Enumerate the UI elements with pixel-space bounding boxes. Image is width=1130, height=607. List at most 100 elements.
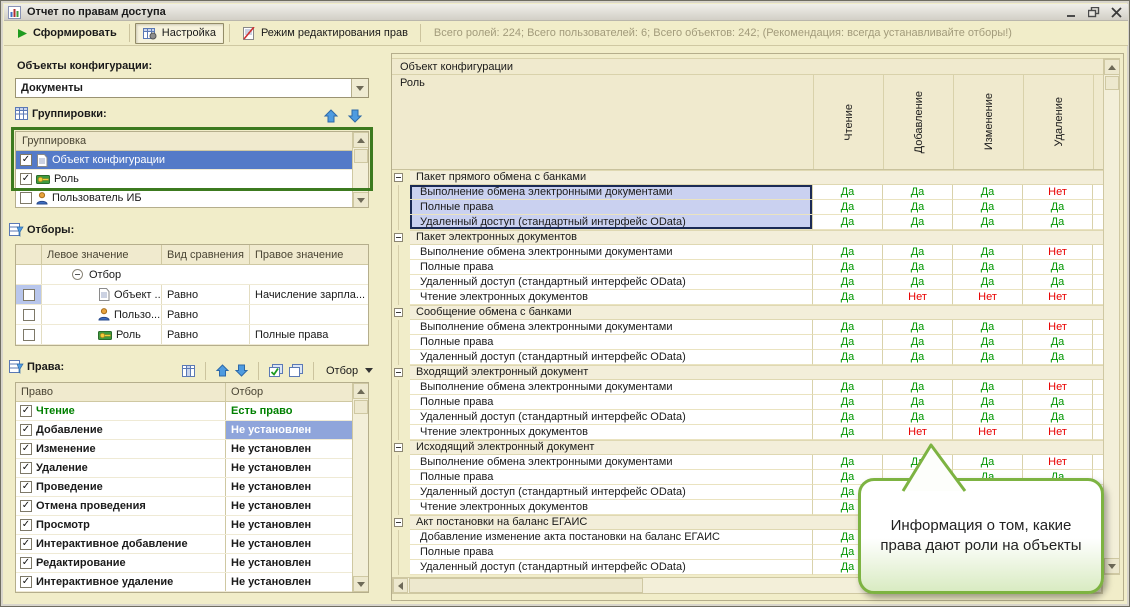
rights-scrollbar[interactable]: [352, 383, 368, 592]
report-row[interactable]: Выполнение обмена электронными документа…: [392, 455, 1103, 470]
checkbox[interactable]: ✓: [20, 424, 32, 436]
scroll-up-icon[interactable]: [1104, 59, 1120, 75]
rights-row[interactable]: ✓РедактированиеНе установлен: [16, 554, 352, 573]
filters-col-left[interactable]: Левое значение: [42, 245, 162, 265]
move-up-button[interactable]: [321, 107, 341, 125]
move-down-button[interactable]: [345, 107, 365, 125]
move-up-icon[interactable]: [215, 363, 230, 378]
collapse-icon[interactable]: [394, 443, 403, 452]
report-col-change[interactable]: Изменение: [953, 75, 1023, 169]
filter-row-selector[interactable]: [16, 285, 42, 304]
close-icon[interactable]: [1108, 6, 1124, 19]
filters-col-right[interactable]: Правое значение: [250, 245, 368, 265]
checkbox[interactable]: ✓: [20, 173, 32, 185]
checkbox[interactable]: ✓: [20, 154, 32, 166]
checkbox[interactable]: [23, 329, 35, 341]
restore-button[interactable]: [1086, 6, 1102, 19]
grouping-row[interactable]: ✓Объект конфигурации: [16, 151, 352, 170]
title-bar[interactable]: Отчет по правам доступа: [4, 4, 1128, 21]
rights-row[interactable]: ✓ЧтениеЕсть право: [16, 402, 352, 421]
scroll-thumb[interactable]: [354, 149, 368, 163]
generate-button[interactable]: Сформировать: [10, 23, 124, 44]
filter-row[interactable]: Объект ...РавноНачисление зарпла...: [16, 285, 368, 305]
checkbox[interactable]: ✓: [20, 481, 32, 493]
report-row[interactable]: Выполнение обмена электронными документа…: [392, 245, 1103, 260]
scroll-thumb[interactable]: [354, 400, 368, 414]
minimize-button[interactable]: [1064, 6, 1080, 19]
report-row[interactable]: Выполнение обмена электронными документа…: [392, 380, 1103, 395]
report-row[interactable]: Полные праваДаДаДаДа: [392, 260, 1103, 275]
filters-col-comparison[interactable]: Вид сравнения: [162, 245, 250, 265]
scroll-up-icon[interactable]: [353, 132, 369, 148]
checkbox[interactable]: ✓: [20, 538, 32, 550]
report-col-read[interactable]: Чтение: [813, 75, 883, 169]
collapse-icon[interactable]: [394, 233, 403, 242]
checkbox[interactable]: ✓: [20, 576, 32, 588]
report-row[interactable]: Выполнение обмена электронными документа…: [392, 185, 1103, 200]
report-object-header[interactable]: Объект конфигурации: [392, 58, 1103, 75]
uncheck-all-icon[interactable]: [288, 364, 304, 378]
checkbox[interactable]: [23, 309, 35, 321]
collapse-icon[interactable]: [394, 368, 403, 377]
checkbox[interactable]: ✓: [20, 500, 32, 512]
rights-col-right[interactable]: Право: [16, 383, 226, 402]
report-row[interactable]: Удаленный доступ (стандартный интерфейс …: [392, 215, 1103, 230]
rights-row[interactable]: ✓ДобавлениеНе установлен: [16, 421, 352, 440]
scroll-down-icon[interactable]: [353, 576, 369, 592]
scroll-up-icon[interactable]: [353, 383, 369, 399]
report-group-row[interactable]: Сообщение обмена с банками: [392, 305, 1103, 320]
report-role-header[interactable]: Роль: [392, 75, 813, 169]
report-row[interactable]: Полные праваДаДаДаДа: [392, 335, 1103, 350]
rights-col-filter[interactable]: Отбор: [226, 383, 352, 402]
scroll-down-icon[interactable]: [1104, 558, 1120, 574]
checkbox[interactable]: ✓: [20, 405, 32, 417]
scroll-left-icon[interactable]: [393, 578, 408, 593]
rights-row[interactable]: ✓ИзменениеНе установлен: [16, 440, 352, 459]
config-objects-select[interactable]: Документы: [15, 78, 369, 98]
edit-mode-button[interactable]: Режим редактирования прав: [235, 23, 415, 44]
filter-group-row[interactable]: Отбор: [16, 265, 368, 285]
checkbox[interactable]: [20, 192, 32, 204]
report-group-row[interactable]: Исходящий электронный документ: [392, 440, 1103, 455]
report-row[interactable]: Полные праваДаДаДаДа: [392, 200, 1103, 215]
filter-row[interactable]: Пользо...Равно: [16, 305, 368, 325]
report-vscrollbar[interactable]: [1103, 58, 1120, 575]
rights-row[interactable]: ✓УдалениеНе установлен: [16, 459, 352, 478]
report-col-delete[interactable]: Удаление: [1023, 75, 1093, 169]
rights-filter-menu-button[interactable]: Отбор: [323, 360, 376, 381]
rights-row[interactable]: ✓Интерактивное добавлениеНе установлен: [16, 535, 352, 554]
columns-icon[interactable]: [181, 364, 196, 378]
report-group-row[interactable]: Пакет прямого обмена с банками: [392, 170, 1103, 185]
report-group-row[interactable]: Входящий электронный документ: [392, 365, 1103, 380]
filter-row-selector[interactable]: [16, 305, 42, 324]
scroll-thumb[interactable]: [409, 578, 643, 593]
grouping-row[interactable]: ✓Роль: [16, 170, 352, 189]
checkbox[interactable]: ✓: [20, 519, 32, 531]
report-row[interactable]: Чтение электронных документовДаНетНетНет: [392, 425, 1103, 440]
scroll-thumb[interactable]: [1105, 76, 1119, 90]
scroll-down-icon[interactable]: [353, 192, 369, 208]
collapse-icon[interactable]: [394, 308, 403, 317]
rights-row[interactable]: ✓ПроведениеНе установлен: [16, 478, 352, 497]
rights-row[interactable]: ✓ПросмотрНе установлен: [16, 516, 352, 535]
report-row[interactable]: Полные праваДаДаДаДа: [392, 395, 1103, 410]
report-row[interactable]: Удаленный доступ (стандартный интерфейс …: [392, 275, 1103, 290]
report-row[interactable]: Удаленный доступ (стандартный интерфейс …: [392, 410, 1103, 425]
collapse-icon[interactable]: [72, 269, 83, 280]
report-row[interactable]: Выполнение обмена электронными документа…: [392, 320, 1103, 335]
filter-row-selector[interactable]: [16, 325, 42, 344]
settings-button[interactable]: Настройка: [135, 23, 224, 44]
report-col-add[interactable]: Добавление: [883, 75, 953, 169]
rights-row[interactable]: ✓Отмена проведенияНе установлен: [16, 497, 352, 516]
checkbox[interactable]: ✓: [20, 443, 32, 455]
report-row[interactable]: Удаленный доступ (стандартный интерфейс …: [392, 350, 1103, 365]
rights-row[interactable]: ✓Интерактивное удалениеНе установлен: [16, 573, 352, 592]
filters-col-check[interactable]: [16, 245, 42, 265]
check-all-icon[interactable]: [268, 364, 284, 378]
report-group-row[interactable]: Пакет электронных документов: [392, 230, 1103, 245]
groupings-column-header[interactable]: Группировка: [16, 132, 352, 151]
checkbox[interactable]: ✓: [20, 557, 32, 569]
groupings-scrollbar[interactable]: [352, 132, 368, 208]
filter-row[interactable]: РольРавноПолные права: [16, 325, 368, 345]
chevron-down-icon[interactable]: [351, 79, 368, 97]
